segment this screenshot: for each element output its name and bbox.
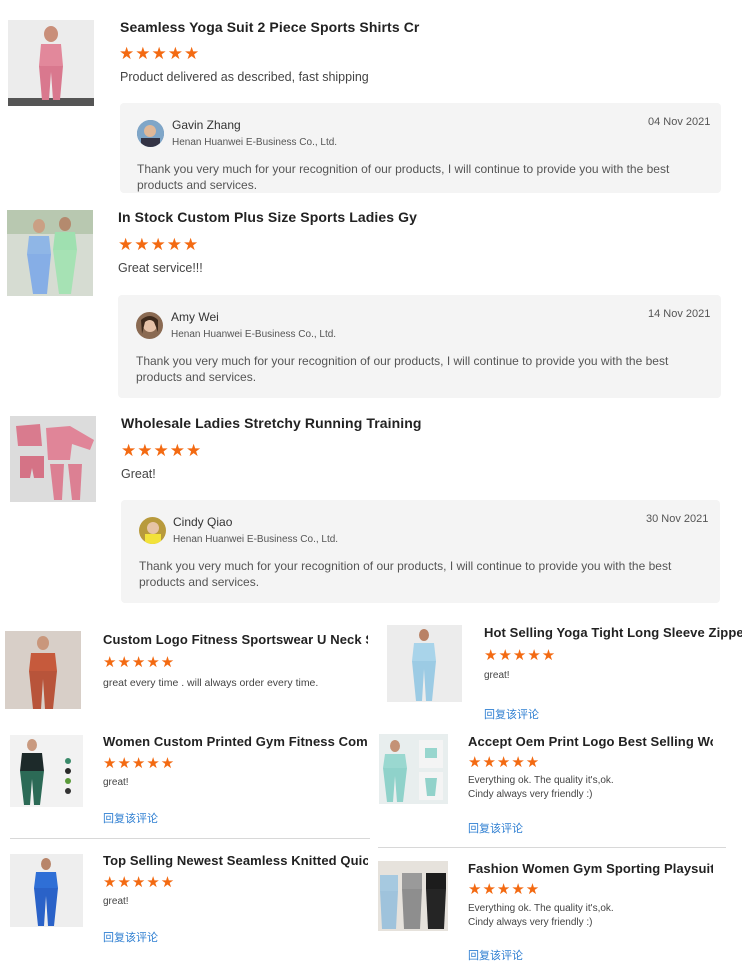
reply-to-review-link[interactable]: 回复该评论: [468, 820, 523, 836]
review-comment: Great!: [121, 467, 156, 481]
product-thumbnail[interactable]: [10, 735, 83, 807]
product-thumbnail[interactable]: [379, 734, 448, 804]
product-title[interactable]: Custom Logo Fitness Sportswear U Neck Se…: [103, 632, 368, 647]
review-comment: Product delivered as described, fast shi…: [120, 70, 369, 84]
reply-to-review-link[interactable]: 回复该评论: [103, 929, 158, 945]
rating-stars: ★★★★★: [103, 654, 176, 671]
review-comment: great!: [484, 670, 510, 681]
reply-company: Henan Huanwei E-Business Co., Ltd.: [173, 534, 339, 545]
reply-text: Thank you very much for your recognition…: [136, 354, 669, 384]
reply-text: Thank you very much for your recognition…: [137, 162, 670, 192]
reply-date: 04 Nov 2021: [648, 116, 711, 128]
product-title[interactable]: Accept Oem Print Logo Best Selling Women…: [468, 734, 713, 749]
seller-reply: Gavin Zhang Henan Huanwei E-Business Co.…: [120, 103, 721, 193]
product-title[interactable]: Seamless Yoga Suit 2 Piece Sports Shirts…: [120, 19, 420, 35]
product-title[interactable]: Top Selling Newest Seamless Knitted Quic…: [103, 853, 368, 868]
reply-company: Henan Huanwei E-Business Co., Ltd.: [171, 329, 337, 340]
review-comment: Everything ok. The quality it's,ok. Cind…: [468, 903, 614, 928]
rating-stars: ★★★★★: [103, 874, 176, 891]
rating-stars: ★★★★★: [118, 235, 200, 254]
review-comment: great!: [103, 777, 129, 788]
reply-author: Cindy Qiao: [173, 515, 233, 529]
product-title[interactable]: Women Custom Printed Gym Fitness Compres…: [103, 734, 368, 749]
rating-stars: ★★★★★: [484, 647, 557, 664]
review-comment: Great service!!!: [118, 261, 203, 275]
product-title[interactable]: In Stock Custom Plus Size Sports Ladies …: [118, 209, 418, 225]
rating-stars: ★★★★★: [468, 881, 541, 898]
reply-company: Henan Huanwei E-Business Co., Ltd.: [172, 137, 338, 148]
reply-date: 30 Nov 2021: [646, 513, 709, 525]
avatar: [136, 312, 163, 339]
product-title[interactable]: Fashion Women Gym Sporting Playsuit Clot…: [468, 861, 713, 876]
rating-stars: ★★★★★: [119, 44, 201, 63]
product-title[interactable]: Hot Selling Yoga Tight Long Sleeve Zippe…: [484, 625, 742, 640]
product-thumbnail[interactable]: [378, 861, 448, 931]
reply-author: Amy Wei: [171, 310, 219, 324]
reply-to-review-link[interactable]: 回复该评论: [484, 706, 539, 722]
review-comment: great every time . will always order eve…: [103, 677, 319, 689]
rating-stars: ★★★★★: [103, 755, 176, 772]
product-thumbnail[interactable]: [7, 210, 93, 296]
reply-date: 14 Nov 2021: [648, 308, 711, 320]
reply-author: Gavin Zhang: [172, 118, 241, 132]
product-thumbnail[interactable]: [10, 854, 83, 927]
review-comment: Everything ok. The quality it's,ok. Cind…: [468, 775, 614, 800]
avatar: [137, 120, 164, 147]
review-comment: great!: [103, 896, 129, 907]
avatar: [139, 517, 166, 544]
reply-to-review-link[interactable]: 回复该评论: [103, 810, 158, 826]
product-thumbnail[interactable]: [8, 20, 94, 106]
rating-stars: ★★★★★: [468, 754, 541, 771]
product-thumbnail[interactable]: [10, 416, 96, 502]
reply-to-review-link[interactable]: 回复该评论: [468, 947, 523, 963]
reply-text: Thank you very much for your recognition…: [139, 559, 672, 589]
rating-stars: ★★★★★: [121, 441, 203, 460]
product-title[interactable]: Wholesale Ladies Stretchy Running Traini…: [121, 415, 421, 431]
product-thumbnail[interactable]: [5, 631, 81, 709]
product-thumbnail[interactable]: [387, 625, 462, 702]
seller-reply: Amy Wei Henan Huanwei E-Business Co., Lt…: [118, 295, 721, 398]
seller-reply: Cindy Qiao Henan Huanwei E-Business Co.,…: [121, 500, 720, 603]
divider: [10, 838, 370, 839]
divider: [378, 847, 726, 848]
